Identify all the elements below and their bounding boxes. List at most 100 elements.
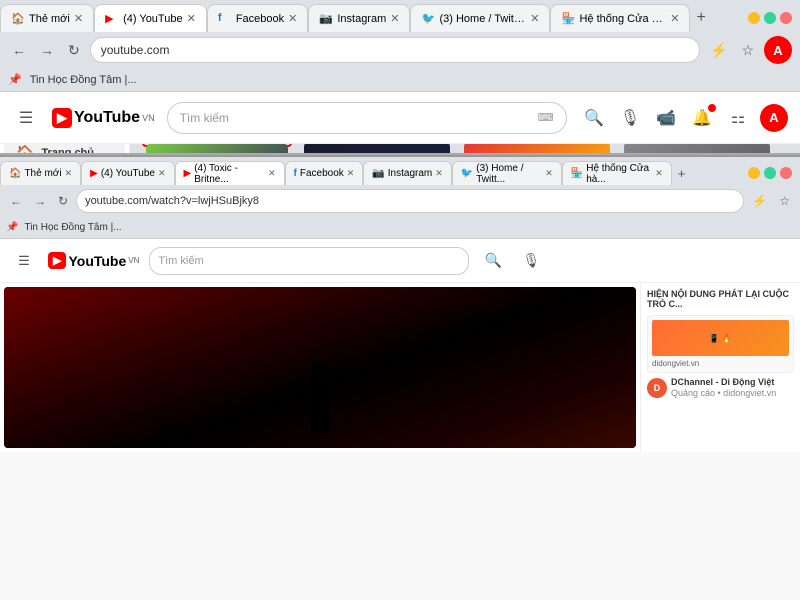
bottom-yt-logo-text: YouTube: [68, 253, 126, 269]
bottom-forward-button[interactable]: →: [30, 192, 50, 210]
youtube-header: ☰ ▶ YouTube VN Tìm kiếm ⌨ 🔍 🎙 📹 🔔 ⚏ A: [0, 92, 800, 144]
bottom-tab-close-ht[interactable]: ✕: [655, 168, 663, 179]
bookmark-favicon: 📌: [8, 73, 22, 86]
bottom-tab-title-toxic: (4) Toxic - Britne...: [194, 163, 265, 185]
bottom-tab-hethong[interactable]: 🏪 Hệ thống Cửa hà... ✕: [562, 161, 672, 185]
bottom-back-button[interactable]: ←: [6, 192, 26, 210]
panel-ad-image: 📱 🔥: [652, 320, 789, 356]
tab-title-ig: Instagram: [337, 13, 386, 25]
bottom-search-bar[interactable]: Tìm kiếm: [149, 247, 469, 275]
tab-close-ig[interactable]: ✕: [390, 12, 399, 25]
tab-favicon-tw: 🐦: [421, 12, 435, 26]
bottom-hamburger-button[interactable]: ☰: [10, 247, 38, 275]
bottom-tab-close-new[interactable]: ✕: [65, 168, 73, 179]
tab-hethong[interactable]: 🏪 Hệ thống Cửa hàng S... ✕: [550, 4, 690, 32]
tab-favicon-ig: 📷: [319, 12, 333, 26]
profile-avatar[interactable]: A: [764, 36, 792, 64]
bottom-tab-close-yt[interactable]: ✕: [158, 168, 166, 179]
tab-close-ht[interactable]: ✕: [670, 12, 679, 25]
bottom-tab-close-ig[interactable]: ✕: [435, 168, 443, 179]
bottom-tab-close-tw[interactable]: ✕: [545, 168, 553, 179]
new-tab-button[interactable]: +: [690, 9, 711, 27]
tab-favicon-ht: 🏪: [561, 12, 575, 26]
bottom-bookmark-button[interactable]: ☆: [775, 192, 794, 210]
bottom-yt-logo-sup: VN: [128, 256, 139, 265]
bottom-search-button[interactable]: 🔍: [479, 247, 507, 275]
bottom-url-bar[interactable]: youtube.com/watch?v=lwjHSuBjky8: [76, 189, 744, 213]
minimize-button[interactable]: [748, 12, 760, 24]
panel-channel[interactable]: D DChannel - Di Động Việt Quảng cáo • di…: [647, 377, 794, 399]
tab-twitter[interactable]: 🐦 (3) Home / Twitter ✕: [410, 4, 550, 32]
tab-close-tw[interactable]: ✕: [530, 12, 539, 25]
maximize-button[interactable]: [764, 12, 776, 24]
tab-bar-top: 🏠 Thẻ mới ✕ ▶ (4) YouTube ✕ f Facebook ✕…: [0, 0, 800, 32]
video-player[interactable]: [4, 287, 636, 448]
reload-button[interactable]: ↻: [64, 40, 84, 61]
sidebar-label-home: Trang chủ: [41, 147, 94, 154]
panel-ad-label: didongviet.vn: [652, 359, 789, 368]
search-icon-button[interactable]: 🔍: [580, 104, 608, 132]
bottom-extensions-button[interactable]: ⚡: [748, 192, 771, 210]
keyboard-icon: ⌨: [538, 111, 554, 124]
tab-facebook[interactable]: f Facebook ✕: [207, 4, 309, 32]
bottom-tab-favicon-fb: f: [294, 168, 297, 179]
video-silhouette-body: [311, 373, 329, 433]
tab-close-fb[interactable]: ✕: [288, 12, 297, 25]
bottom-tab-close-fb[interactable]: ✕: [347, 168, 355, 179]
bottom-tab-new[interactable]: 🏠 Thẻ mới ✕: [0, 161, 81, 185]
tab-title-tw: (3) Home / Twitter: [439, 13, 526, 25]
bottom-minimize-button[interactable]: [748, 167, 760, 179]
bottom-close-button[interactable]: [780, 167, 792, 179]
side-panel: HIỆN NỘI DUNG PHÁT LẠI CUỘC TRÒ C... 📱 🔥…: [640, 283, 800, 452]
search-bar-top[interactable]: Tìm kiếm ⌨: [167, 102, 567, 134]
bottom-reload-button[interactable]: ↻: [54, 192, 72, 210]
bottom-tab-twitter[interactable]: 🐦 (3) Home / Twitt... ✕: [452, 161, 562, 185]
tab-youtube[interactable]: ▶ (4) YouTube ✕: [94, 4, 207, 32]
tab-close-btn[interactable]: ✕: [74, 12, 83, 25]
bottom-mic-button[interactable]: 🎙: [517, 247, 545, 275]
panel-ad-text: 📱 🔥: [709, 334, 731, 343]
back-button[interactable]: ←: [8, 40, 30, 60]
bottom-maximize-button[interactable]: [764, 167, 776, 179]
apps-grid-button[interactable]: ⚏: [724, 104, 752, 132]
tab-close-yt[interactable]: ✕: [187, 12, 196, 25]
home-icon: 🏠: [16, 144, 33, 153]
tab-favicon-yt: ▶: [105, 12, 119, 26]
bottom-tab-favicon-yt: ▶: [90, 168, 98, 179]
extensions-button[interactable]: ⚡: [706, 40, 731, 61]
microphone-icon-button[interactable]: 🎙: [616, 104, 644, 132]
bottom-tab-title-twitter: (3) Home / Twitt...: [476, 163, 542, 185]
bottom-tab-title-instagram: Instagram: [388, 168, 432, 179]
bookmark-button[interactable]: ☆: [737, 40, 758, 61]
notifications-button[interactable]: 🔔: [688, 104, 716, 132]
bottom-yt-content: HIỆN NỘI DUNG PHÁT LẠI CUỘC TRÒ C... 📱 🔥…: [0, 283, 800, 452]
user-avatar[interactable]: A: [760, 104, 788, 132]
bottom-tab-close-toxic[interactable]: ✕: [268, 168, 276, 179]
forward-button[interactable]: →: [36, 40, 58, 60]
bottom-tab-toxic[interactable]: ▶ (4) Toxic - Britne... ✕: [175, 161, 285, 185]
bottom-url-text: youtube.com/watch?v=lwjHSuBjky8: [85, 195, 259, 207]
tab-title: Thẻ mới: [29, 13, 70, 25]
panel-channel-subtitle: Quảng cáo • didongviet.vn: [671, 388, 776, 399]
bottom-youtube-app: ☰ ▶ YouTube VN Tìm kiếm 🔍 🎙: [0, 239, 800, 452]
bottom-tab-instagram[interactable]: 📷 Instagram ✕: [363, 161, 451, 185]
browser-window-bottom: 🏠 Thẻ mới ✕ ▶ (4) YouTube ✕ ▶ (4) Toxic …: [0, 155, 800, 450]
youtube-logo: ▶ YouTube VN: [52, 108, 155, 128]
panel-ad[interactable]: 📱 🔥 didongviet.vn: [647, 315, 794, 373]
hamburger-menu-button[interactable]: ☰: [12, 104, 40, 132]
bottom-search-placeholder: Tìm kiếm: [158, 255, 203, 267]
bottom-tab-favicon-ht: 🏪: [571, 168, 583, 179]
bottom-tab-favicon-ig: 📷: [372, 168, 384, 179]
tab-instagram[interactable]: 📷 Instagram ✕: [308, 4, 410, 32]
bottom-tab-yt[interactable]: ▶ (4) YouTube ✕: [81, 161, 174, 185]
bottom-tab-facebook[interactable]: f Facebook ✕: [285, 161, 364, 185]
bottom-bookmark-favicon: 📌: [6, 222, 18, 233]
url-bar[interactable]: youtube.com: [90, 37, 700, 63]
bottom-new-tab-button[interactable]: +: [672, 166, 692, 181]
video-create-button[interactable]: 📹: [652, 104, 680, 132]
tab-new[interactable]: 🏠 Thẻ mới ✕: [0, 4, 94, 32]
bookmark-label[interactable]: Tin Học Đồng Tâm |...: [30, 74, 137, 86]
close-button[interactable]: [780, 12, 792, 24]
bookmark-bar-bottom: 📌 Tin Học Đồng Tâm |...: [0, 217, 800, 239]
bottom-bookmark-label[interactable]: Tin Học Đồng Tâm |...: [24, 222, 121, 233]
